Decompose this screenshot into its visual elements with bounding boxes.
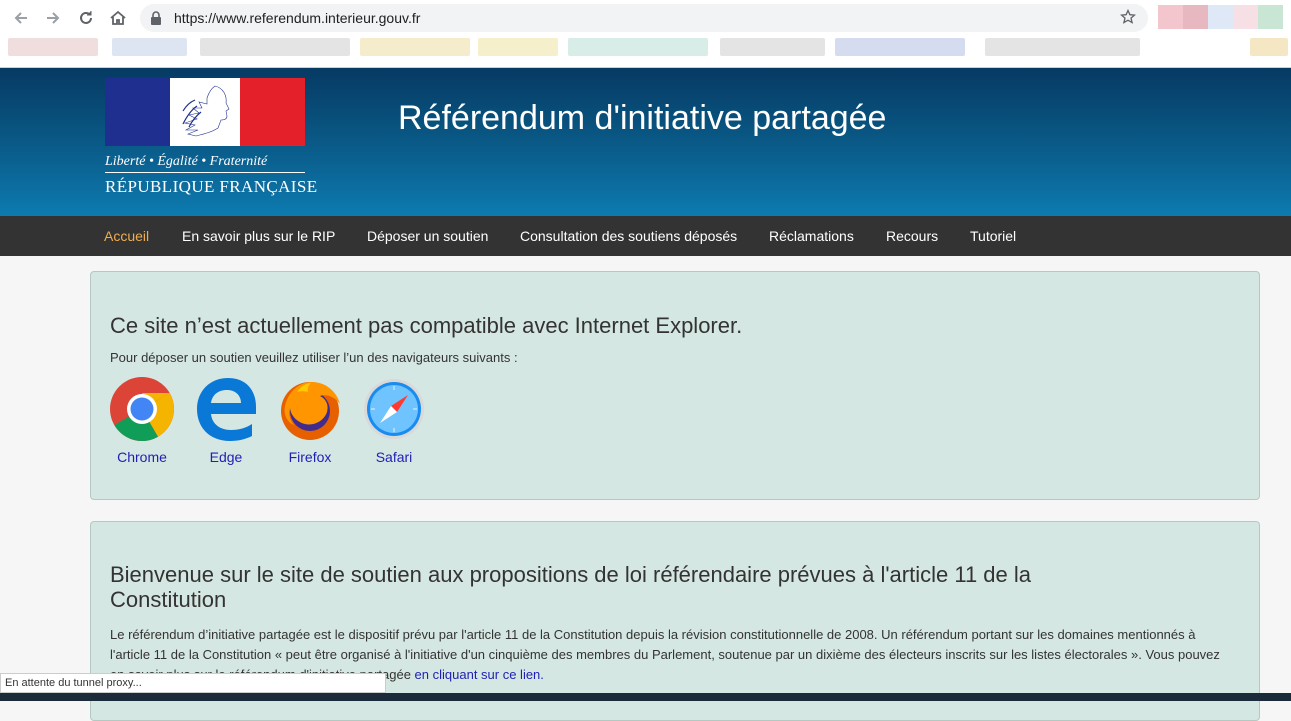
browser-chrome: https://www.referendum.interieur.gouv.fr [0,0,1291,68]
browser-link-edge[interactable]: Edge [191,376,261,465]
nav-item-accueil[interactable]: Accueil [104,228,149,244]
browser-link-firefox[interactable]: Firefox [275,376,345,465]
edge-icon [197,378,256,441]
browser-label-safari[interactable]: Safari [359,449,429,465]
status-bar: En attente du tunnel proxy... [0,673,386,693]
republic-motto: Liberté • Égalité • Fraternité [105,154,305,173]
forward-icon[interactable] [40,5,66,31]
safari-icon [364,379,424,439]
learn-more-link[interactable]: en cliquant sur ce lien. [415,667,544,682]
os-taskbar [0,693,1291,701]
site-title: Référendum d'initiative partagée [398,99,887,137]
firefox-icon [281,382,340,440]
welcome-title: Bienvenue sur le site de soutien aux pro… [110,562,1032,612]
marianne-icon [182,85,230,137]
main-navbar: Accueil En savoir plus sur le RIP Dépose… [0,216,1291,256]
reload-icon[interactable] [73,5,99,31]
browser-label-edge[interactable]: Edge [191,449,261,465]
bookmark-item[interactable] [720,38,825,56]
back-icon[interactable] [8,5,34,31]
compatibility-title: Ce site n’est actuellement pas compatibl… [110,313,743,338]
star-icon[interactable] [1119,8,1137,30]
browser-link-chrome[interactable]: Chrome [107,376,177,465]
bookmark-item[interactable] [568,38,708,56]
bookmark-item[interactable] [8,38,98,56]
bookmark-item[interactable] [985,38,1140,56]
nav-item-reclamations[interactable]: Réclamations [769,228,854,244]
address-bar[interactable]: https://www.referendum.interieur.gouv.fr [140,4,1148,32]
compatibility-subtitle: Pour déposer un soutien veuillez utilise… [110,350,518,365]
site-header: Liberté • Égalité • Fraternité RÉPUBLIQU… [0,68,1291,216]
bookmarks-bar [0,36,1291,62]
browser-link-safari[interactable]: Safari [359,376,429,465]
bookmark-item[interactable] [835,38,965,56]
bookmark-item[interactable] [360,38,470,56]
lock-icon [150,11,162,30]
nav-item-tutoriel[interactable]: Tutoriel [970,228,1016,244]
browser-label-chrome[interactable]: Chrome [107,449,177,465]
bookmark-item[interactable] [478,38,558,56]
chrome-icon [110,377,174,441]
nav-item-consultation[interactable]: Consultation des soutiens déposés [520,228,737,244]
nav-item-en-savoir-plus[interactable]: En savoir plus sur le RIP [182,228,335,244]
browser-label-firefox[interactable]: Firefox [275,449,345,465]
republic-name: RÉPUBLIQUE FRANÇAISE [105,177,318,196]
compatibility-panel: Ce site n’est actuellement pas compatibl… [90,271,1260,500]
nav-item-recours[interactable]: Recours [886,228,938,244]
url-text: https://www.referendum.interieur.gouv.fr [174,10,421,26]
bookmark-item[interactable] [112,38,187,56]
nav-item-deposer-soutien[interactable]: Déposer un soutien [367,228,488,244]
bookmark-item[interactable] [1250,38,1288,56]
extensions-area [1158,5,1283,29]
home-icon[interactable] [105,5,131,31]
republique-francaise-logo[interactable]: Liberté • Égalité • Fraternité RÉPUBLIQU… [105,78,318,198]
bookmark-item[interactable] [200,38,350,56]
